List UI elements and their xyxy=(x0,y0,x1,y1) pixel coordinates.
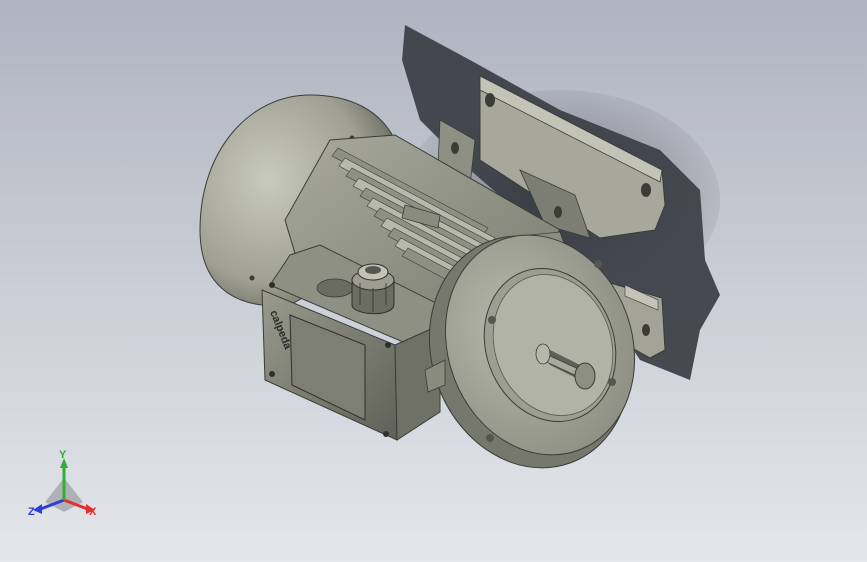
z-axis-label: Z xyxy=(28,506,35,518)
y-axis-label: Y xyxy=(59,449,67,461)
model-view[interactable]: calpeda Y X Z xyxy=(0,0,867,562)
cable-gland[interactable] xyxy=(351,263,395,315)
x-axis-label: X xyxy=(89,506,97,518)
graphics-viewport[interactable]: calpeda Y X Z xyxy=(0,0,867,562)
